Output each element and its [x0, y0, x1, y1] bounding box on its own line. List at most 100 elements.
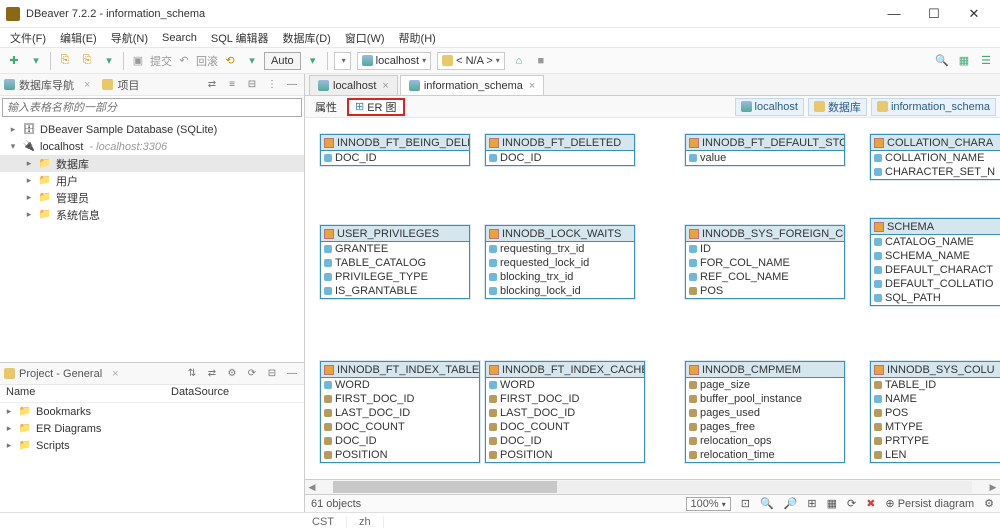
nav-min-icon[interactable]: —	[284, 77, 300, 93]
menu-item[interactable]: Search	[156, 31, 203, 45]
er-column[interactable]: relocation_ops	[686, 434, 844, 448]
er-table[interactable]: USER_PRIVILEGESGRANTEETABLE_CATALOGPRIVI…	[320, 225, 470, 299]
tree-row[interactable]: ▸DBeaver Sample Database (SQLite)	[0, 121, 304, 138]
commit-label[interactable]: 提交	[150, 51, 172, 71]
perspective-menu-icon[interactable]: ☰	[976, 51, 996, 71]
er-column[interactable]: POSITION	[486, 448, 644, 462]
project-item[interactable]: ▸ER Diagrams	[0, 420, 304, 437]
crumb-connection[interactable]: localhost	[735, 98, 804, 116]
er-column[interactable]: POSITION	[321, 448, 479, 462]
commit-icon[interactable]: ▣	[128, 51, 148, 71]
er-column[interactable]: DEFAULT_CHARACT	[871, 263, 1000, 277]
tree-row[interactable]: ▸系统信息	[0, 206, 304, 223]
nav-search-input[interactable]	[2, 98, 302, 117]
proj-link-icon[interactable]: ⇄	[204, 366, 220, 382]
delete-icon[interactable]: ✖	[866, 497, 875, 510]
subtab-er-diagram[interactable]: ⊞ER 图	[347, 98, 405, 116]
subtab-properties[interactable]: 属性	[309, 98, 343, 116]
er-table[interactable]: INNODB_FT_INDEX_CACHEWORDFIRST_DOC_IDLAS…	[485, 361, 645, 463]
er-column[interactable]: pages_used	[686, 406, 844, 420]
crumb-databases[interactable]: 数据库	[808, 98, 867, 116]
er-table[interactable]: INNODB_FT_DELETEDDOC_ID	[485, 134, 635, 166]
er-column[interactable]: PRIVILEGE_TYPE	[321, 270, 469, 284]
er-table[interactable]: INNODB_FT_DEFAULT_STOPWORDvalue	[685, 134, 845, 166]
er-column[interactable]: FIRST_DOC_ID	[321, 392, 479, 406]
tx-isolation-dropdown[interactable]: ▾	[303, 51, 323, 71]
refresh-icon[interactable]: ⟳	[847, 497, 856, 510]
er-column[interactable]: WORD	[486, 378, 644, 392]
dropdown-icon[interactable]: ▾	[99, 51, 119, 71]
horizontal-scrollbar[interactable]: ◀ ▶	[305, 479, 1000, 494]
settings-icon[interactable]: ⚙	[984, 497, 994, 510]
er-table[interactable]: INNODB_LOCK_WAITSrequesting_trx_idreques…	[485, 225, 635, 299]
proj-min-icon[interactable]: —	[284, 366, 300, 382]
zoom-out-icon[interactable]: 🔎	[784, 497, 798, 510]
er-table[interactable]: INNODB_CMPMEMpage_sizebuffer_pool_instan…	[685, 361, 845, 463]
er-table[interactable]: SCHEMACATALOG_NAMESCHEMA_NAMEDEFAULT_CHA…	[870, 218, 1000, 306]
editor-tab[interactable]: localhost×	[309, 75, 398, 95]
er-column[interactable]: SCHEMA_NAME	[871, 249, 1000, 263]
nav-collapse-icon[interactable]: ⊟	[244, 77, 260, 93]
er-column[interactable]: IS_GRANTABLE	[321, 284, 469, 298]
maximize-button[interactable]: ☐	[914, 1, 954, 27]
nav-panel-tab2[interactable]: 项目	[117, 77, 139, 93]
er-column[interactable]: blocking_trx_id	[486, 270, 634, 284]
er-column[interactable]: DOC_COUNT	[486, 420, 644, 434]
er-column[interactable]: TABLE_ID	[871, 378, 1000, 392]
zoom-combo[interactable]: 100% ▾	[686, 497, 731, 511]
nav-menu-icon[interactable]: ⋮	[264, 77, 280, 93]
project-item[interactable]: ▸Scripts	[0, 437, 304, 454]
proj-collapse-icon[interactable]: ⊟	[264, 366, 280, 382]
er-table[interactable]: COLLATION_CHARACOLLATION_NAMECHARACTER_S…	[870, 134, 1000, 180]
datasource-combo[interactable]: ▾	[334, 52, 351, 70]
er-column[interactable]: LEN	[871, 448, 1000, 462]
er-column[interactable]: NAME	[871, 392, 1000, 406]
er-column[interactable]: requested_lock_id	[486, 256, 634, 270]
proj-refresh-icon[interactable]: ⟳	[244, 366, 260, 382]
er-column[interactable]: DOC_ID	[486, 434, 644, 448]
er-column[interactable]: PRTYPE	[871, 434, 1000, 448]
menu-item[interactable]: 数据库(D)	[277, 29, 337, 47]
rollback-label[interactable]: 回滚	[196, 51, 218, 71]
tree-row[interactable]: ▸数据库	[0, 155, 304, 172]
minimize-button[interactable]: —	[874, 1, 914, 27]
er-column[interactable]: blocking_lock_id	[486, 284, 634, 298]
er-column[interactable]: POS	[871, 406, 1000, 420]
er-column[interactable]: MTYPE	[871, 420, 1000, 434]
tx-dropdown-icon[interactable]: ▾	[242, 51, 262, 71]
er-column[interactable]: SQL_PATH	[871, 291, 1000, 305]
schema-combo[interactable]: < N/A >▾	[437, 52, 505, 70]
sql-editor-icon[interactable]: ⎘	[55, 51, 75, 71]
home-icon[interactable]: ⌂	[509, 51, 529, 71]
stop-icon[interactable]: ■	[531, 51, 551, 71]
auto-commit-button[interactable]: Auto	[264, 52, 301, 70]
er-column[interactable]: ID	[686, 242, 844, 256]
tree-row[interactable]: ▾localhost- localhost:3306	[0, 138, 304, 155]
grid-icon[interactable]: ▦	[827, 497, 837, 510]
er-column[interactable]: DOC_COUNT	[321, 420, 479, 434]
er-column[interactable]: CHARACTER_SET_N	[871, 165, 1000, 179]
project-col-name[interactable]: Name	[0, 385, 165, 402]
zoom-in-icon[interactable]: 🔍	[760, 497, 774, 510]
er-table[interactable]: INNODB_FT_INDEX_TABLEWORDFIRST_DOC_IDLAS…	[320, 361, 480, 463]
project-item[interactable]: ▸Bookmarks	[0, 403, 304, 420]
menu-item[interactable]: 窗口(W)	[339, 29, 391, 47]
er-column[interactable]: FOR_COL_NAME	[686, 256, 844, 270]
er-column[interactable]: LAST_DOC_ID	[321, 406, 479, 420]
project-col-datasource[interactable]: DataSource	[165, 385, 235, 402]
er-diagram-area[interactable]: INNODB_FT_BEING_DELETEDDOC_IDINNODB_FT_D…	[305, 118, 1000, 479]
nav-filter-icon[interactable]: ≡	[224, 77, 240, 93]
er-table[interactable]: INNODB_SYS_FOREIGN_COLSIDFOR_COL_NAMEREF…	[685, 225, 845, 299]
crumb-schema[interactable]: information_schema	[871, 98, 996, 116]
editor-tab[interactable]: information_schema×	[400, 75, 545, 95]
rollback-icon[interactable]: ↶	[174, 51, 194, 71]
er-column[interactable]: GRANTEE	[321, 242, 469, 256]
tree-row[interactable]: ▸管理员	[0, 189, 304, 206]
zoom-fit-icon[interactable]: ⊡	[741, 497, 750, 510]
tx-icon[interactable]: ⟲	[220, 51, 240, 71]
er-column[interactable]: WORD	[321, 378, 479, 392]
er-column[interactable]: DEFAULT_COLLATIO	[871, 277, 1000, 291]
er-column[interactable]: LAST_DOC_ID	[486, 406, 644, 420]
menu-item[interactable]: 帮助(H)	[393, 29, 442, 47]
er-column[interactable]: TABLE_CATALOG	[321, 256, 469, 270]
